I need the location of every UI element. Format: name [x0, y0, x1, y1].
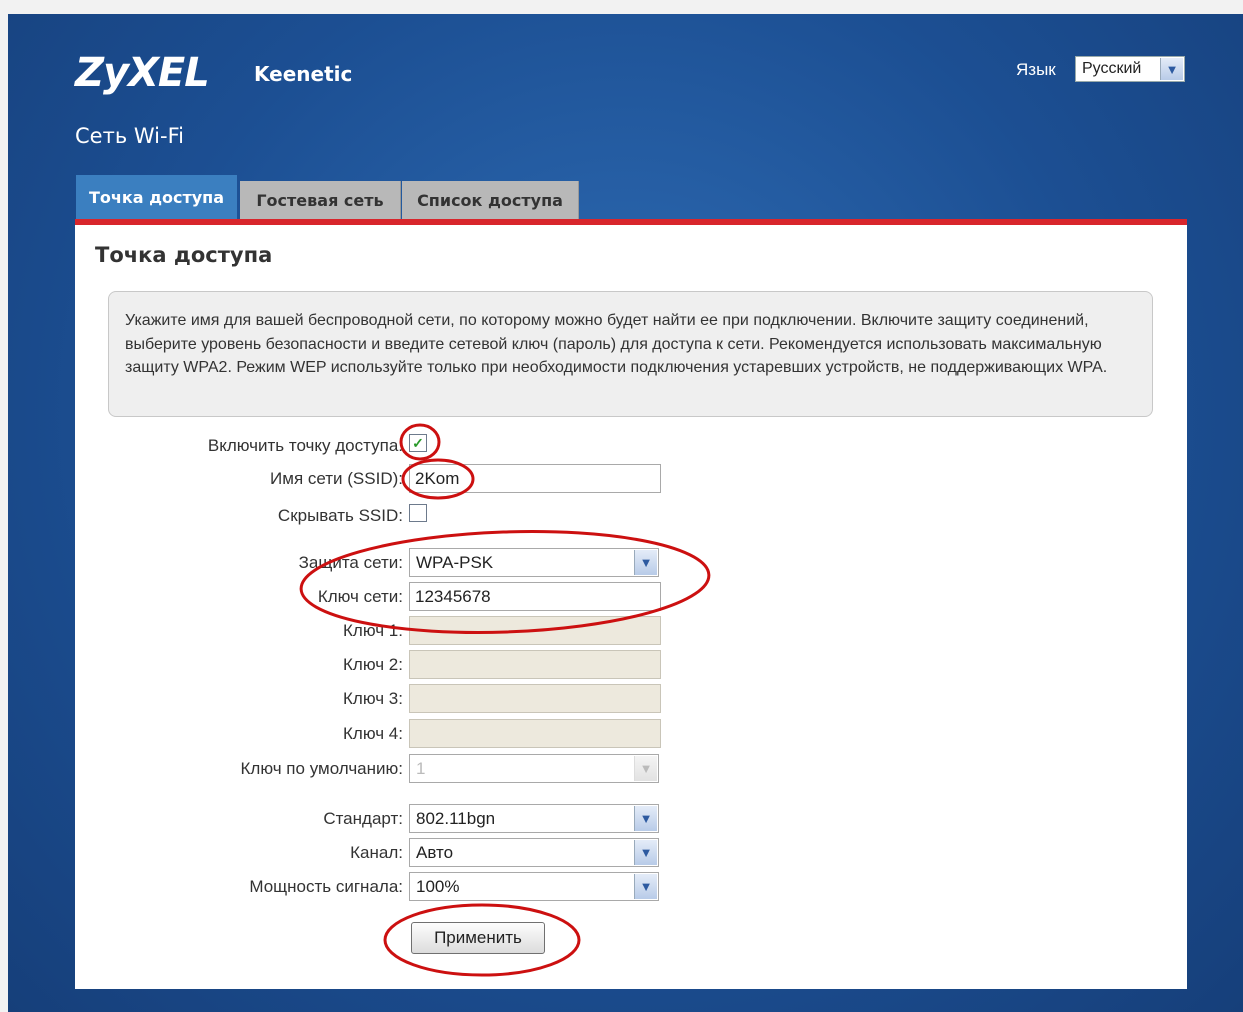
hide-ssid-label: Скрывать SSID:	[277, 506, 403, 525]
power-value: 100%	[416, 877, 460, 896]
chevron-down-icon[interactable]: ▼	[634, 550, 657, 575]
security-label: Защита сети:	[298, 553, 403, 572]
chevron-down-icon[interactable]: ▼	[1160, 58, 1183, 80]
apply-button[interactable]: Применить	[411, 922, 545, 954]
row-security: Защита сети: WPA-PSK ▼	[75, 548, 1187, 578]
language-select[interactable]: Русский ▼	[1075, 56, 1185, 82]
zyxel-logo: ZyXEL	[75, 50, 210, 96]
hide-ssid-checkbox[interactable]	[409, 504, 427, 522]
row-key2: Ключ 2:	[75, 650, 1187, 680]
row-hide-ssid: Скрывать SSID:	[75, 501, 1187, 531]
row-key3: Ключ 3:	[75, 684, 1187, 714]
row-key4: Ключ 4:	[75, 719, 1187, 749]
security-value: WPA-PSK	[416, 553, 494, 572]
ssid-label: Имя сети (SSID):	[270, 469, 403, 488]
channel-label: Канал:	[350, 843, 403, 862]
key2-input	[409, 650, 661, 679]
row-power: Мощность сигнала: 100% ▼	[75, 872, 1187, 902]
key2-label: Ключ 2:	[343, 655, 403, 674]
key4-input	[409, 719, 661, 748]
channel-value: Авто	[416, 843, 454, 862]
key1-input	[409, 616, 661, 645]
power-select[interactable]: 100% ▼	[409, 872, 659, 901]
key3-input	[409, 684, 661, 713]
tab-access-list[interactable]: Список доступа	[402, 181, 579, 219]
key1-label: Ключ 1:	[343, 621, 403, 640]
tab-access-point[interactable]: Точка доступа	[76, 175, 237, 219]
network-key-input[interactable]: 12345678	[409, 582, 661, 611]
default-key-value: 1	[416, 759, 426, 778]
row-network-key: Ключ сети: 12345678	[75, 582, 1187, 612]
chevron-down-icon[interactable]: ▼	[634, 874, 657, 899]
security-select[interactable]: WPA-PSK ▼	[409, 548, 659, 577]
row-key1: Ключ 1:	[75, 616, 1187, 646]
key4-label: Ключ 4:	[343, 724, 403, 743]
row-standard: Стандарт: 802.11bgn ▼	[75, 804, 1187, 834]
row-default-key: Ключ по умолчанию: 1 ▼	[75, 754, 1187, 784]
key3-label: Ключ 3:	[343, 689, 403, 708]
product-name: Keenetic	[254, 62, 353, 86]
standard-label: Стандарт:	[323, 809, 403, 828]
chevron-down-icon: ▼	[634, 756, 657, 781]
default-key-label: Ключ по умолчанию:	[240, 759, 403, 778]
network-key-label: Ключ сети:	[317, 587, 403, 606]
tab-guest-network[interactable]: Гостевая сеть	[240, 181, 401, 219]
chevron-down-icon[interactable]: ▼	[634, 806, 657, 831]
row-enable-ap: Включить точку доступа: ✓	[75, 431, 1187, 461]
enable-ap-label: Включить точку доступа:	[207, 436, 403, 455]
enable-ap-checkbox[interactable]: ✓	[409, 434, 427, 452]
row-channel: Канал: Авто ▼	[75, 838, 1187, 868]
power-label: Мощность сигнала:	[249, 877, 403, 896]
standard-select[interactable]: 802.11bgn ▼	[409, 804, 659, 833]
language-label: Язык	[1016, 60, 1056, 79]
default-key-select: 1 ▼	[409, 754, 659, 783]
section-title: Точка доступа	[95, 243, 273, 267]
info-box: Укажите имя для вашей беспроводной сети,…	[108, 291, 1153, 417]
chevron-down-icon[interactable]: ▼	[634, 840, 657, 865]
standard-value: 802.11bgn	[416, 809, 496, 828]
page-title: Сеть Wi-Fi	[75, 124, 184, 148]
ssid-input[interactable]: 2Kom	[409, 464, 661, 493]
language-value: Русский	[1082, 60, 1142, 77]
content-panel: Точка доступа Укажите имя для вашей бесп…	[75, 225, 1187, 989]
row-ssid: Имя сети (SSID): 2Kom	[75, 464, 1187, 494]
channel-select[interactable]: Авто ▼	[409, 838, 659, 867]
